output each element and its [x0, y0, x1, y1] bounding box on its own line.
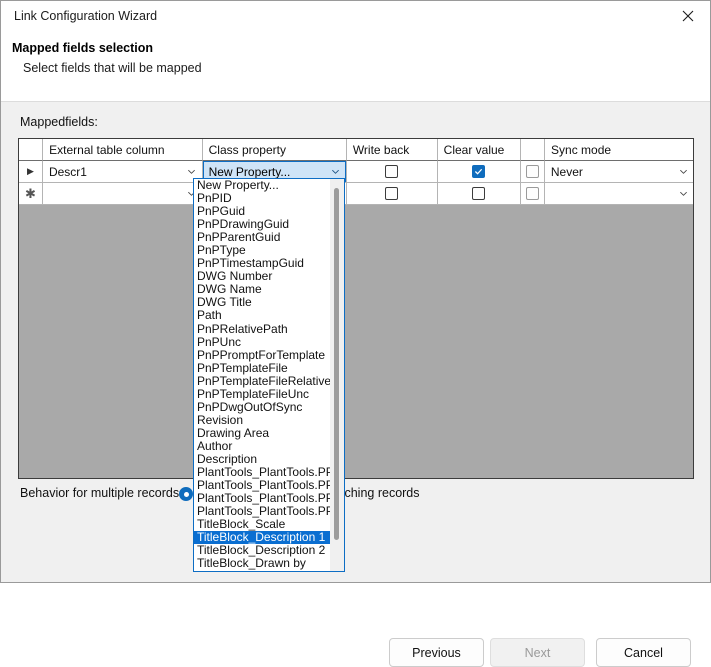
dropdown-item[interactable]: Revision — [194, 413, 330, 427]
cell-clear-value[interactable] — [437, 183, 521, 205]
new-row-asterisk-icon: ✱ — [25, 185, 36, 201]
chevron-down-icon[interactable] — [674, 189, 692, 198]
chevron-down-icon[interactable] — [327, 167, 345, 176]
dropdown-items-container[interactable]: New Property... PnPID PnPGuid PnPDrawingGui… — [194, 179, 330, 571]
behavior-label: Behavior for multiple records : — [20, 486, 187, 500]
dropdown-item[interactable]: PnPGuid — [194, 205, 330, 219]
dropdown-item[interactable]: TitleBlock_Description 2 — [194, 544, 330, 558]
external-table-column-combo[interactable]: Descr1 — [42, 161, 202, 182]
cell-write-back[interactable] — [346, 183, 438, 205]
dropdown-item[interactable]: PnPTemplateFileUnc — [194, 387, 330, 401]
dropdown-item[interactable]: PnPTimestampGuid — [194, 257, 330, 271]
row-indicator-current[interactable]: ▶ — [19, 161, 43, 183]
extra-checkbox[interactable] — [525, 187, 539, 200]
dropdown-item[interactable]: Author — [194, 439, 330, 453]
sync-mode-combo[interactable] — [544, 183, 693, 204]
write-back-checkbox[interactable] — [385, 165, 399, 178]
cancel-button[interactable]: Cancel — [596, 638, 691, 667]
dropdown-item[interactable]: Path — [194, 309, 330, 323]
behavior-option-label: tching records — [341, 486, 420, 500]
dropdown-item[interactable]: TitleBlock_Drawn by — [194, 557, 330, 571]
page-title: Mapped fields selection — [12, 41, 154, 55]
dropdown-item[interactable]: PlantTools_PlantTools.PPM — [194, 479, 330, 493]
dropdown-item[interactable]: PnPDwgOutOfSync — [194, 400, 330, 414]
dropdown-item[interactable]: TitleBlock_Description 1 — [194, 531, 330, 545]
write-back-checkbox[interactable] — [385, 187, 399, 200]
close-icon[interactable] — [665, 1, 710, 31]
row-indicator-new[interactable]: ✱ — [19, 183, 43, 205]
dropdown-item[interactable]: PnPPromptForTemplate — [194, 348, 330, 362]
external-table-column-combo[interactable] — [42, 183, 202, 204]
class-property-dropdown-list[interactable]: New Property... PnPID PnPGuid PnPDrawingGui… — [193, 178, 345, 572]
column-header-rowselector[interactable] — [19, 139, 44, 161]
cell-clear-value[interactable] — [437, 161, 521, 183]
clear-value-checkbox[interactable] — [472, 187, 486, 200]
dropdown-item[interactable]: Description — [194, 452, 330, 467]
dropdown-item[interactable]: PnPType — [194, 244, 330, 258]
grid-header-row: External table column Class property Wri… — [19, 139, 693, 161]
wizard-header: Mapped fields selection Select fields th… — [1, 32, 710, 101]
dropdown-item[interactable]: TitleBlock_Scale — [194, 518, 330, 532]
dropdown-item[interactable]: PnPDrawingGuid — [194, 218, 330, 232]
cell-sync-mode[interactable]: Never — [544, 161, 693, 183]
extra-checkbox[interactable] — [525, 165, 539, 178]
cell-external-table-column[interactable]: Descr1 — [42, 161, 203, 183]
dropdown-item[interactable]: PnPID — [194, 192, 330, 206]
cell-write-back[interactable] — [346, 161, 438, 183]
column-header-write-back[interactable]: Write back — [346, 139, 438, 161]
dropdown-item[interactable]: PnPParentGuid — [194, 231, 330, 245]
dropdown-item[interactable]: DWG Title — [194, 296, 330, 310]
sync-mode-combo[interactable]: Never — [544, 161, 693, 182]
column-header-external-table-column[interactable]: External table column — [43, 139, 203, 161]
window-title: Link Configuration Wizard — [14, 9, 158, 23]
dropdown-item[interactable]: DWG Number — [194, 270, 330, 284]
radio-dot-icon — [183, 491, 189, 497]
dropdown-item[interactable]: Drawing Area — [194, 426, 330, 440]
dropdown-scrollbar-thumb[interactable] — [334, 188, 339, 540]
column-header-clear-value[interactable]: Clear value — [437, 139, 521, 161]
sync-mode-value: Never — [550, 164, 583, 179]
external-table-column-value: Descr1 — [48, 164, 87, 179]
dialog-body: Mappedfields: External table column Clas… — [1, 102, 710, 667]
table-row[interactable]: ✱ — [19, 183, 693, 205]
title-bar: Link Configuration Wizard — [1, 1, 710, 32]
dropdown-scrollbar[interactable] — [330, 179, 344, 571]
dropdown-item[interactable]: PlantTools_PlantTools.PPM — [194, 505, 330, 519]
column-header-sync-mode[interactable]: Sync mode — [545, 139, 693, 161]
mapped-fields-grid[interactable]: External table column Class property Wri… — [18, 138, 694, 479]
dropdown-item[interactable]: New Property... — [194, 179, 330, 193]
page-subtitle: Select fields that will be mapped — [23, 61, 202, 75]
behavior-radio-button[interactable] — [179, 487, 193, 501]
dropdown-item[interactable]: PnPRelativePath — [194, 322, 330, 336]
dropdown-item[interactable]: PlantTools_PlantTools.PPM — [194, 466, 330, 480]
dropdown-item[interactable]: PnPTemplateFileRelative — [194, 374, 330, 388]
previous-button[interactable]: Previous — [389, 638, 484, 667]
mapped-fields-label: Mappedfields: — [20, 115, 98, 129]
chevron-down-icon[interactable] — [183, 167, 201, 176]
column-header-class-property[interactable]: Class property — [202, 139, 347, 161]
column-header-extra[interactable] — [520, 139, 546, 161]
dropdown-item[interactable]: DWG Name — [194, 283, 330, 297]
row-current-arrow-icon: ▶ — [27, 166, 34, 176]
next-button: Next — [490, 638, 585, 667]
chevron-down-icon[interactable] — [674, 167, 692, 176]
cell-external-table-column[interactable] — [42, 183, 203, 205]
cell-extra-checkbox[interactable] — [520, 183, 545, 205]
cell-sync-mode[interactable] — [544, 183, 693, 205]
table-row[interactable]: ▶ Descr1 New Property... Never — [19, 161, 693, 183]
dropdown-item[interactable]: PlantTools_PlantTools.PPM — [194, 492, 330, 506]
class-property-value: New Property... — [208, 164, 291, 179]
dialog-window: Link Configuration Wizard Mapped fields … — [0, 0, 711, 667]
clear-value-checkbox[interactable] — [472, 165, 486, 178]
dropdown-item[interactable]: PnPTemplateFile — [194, 361, 330, 375]
dropdown-item[interactable]: PnPUnc — [194, 335, 330, 349]
cell-extra-checkbox[interactable] — [520, 161, 545, 183]
